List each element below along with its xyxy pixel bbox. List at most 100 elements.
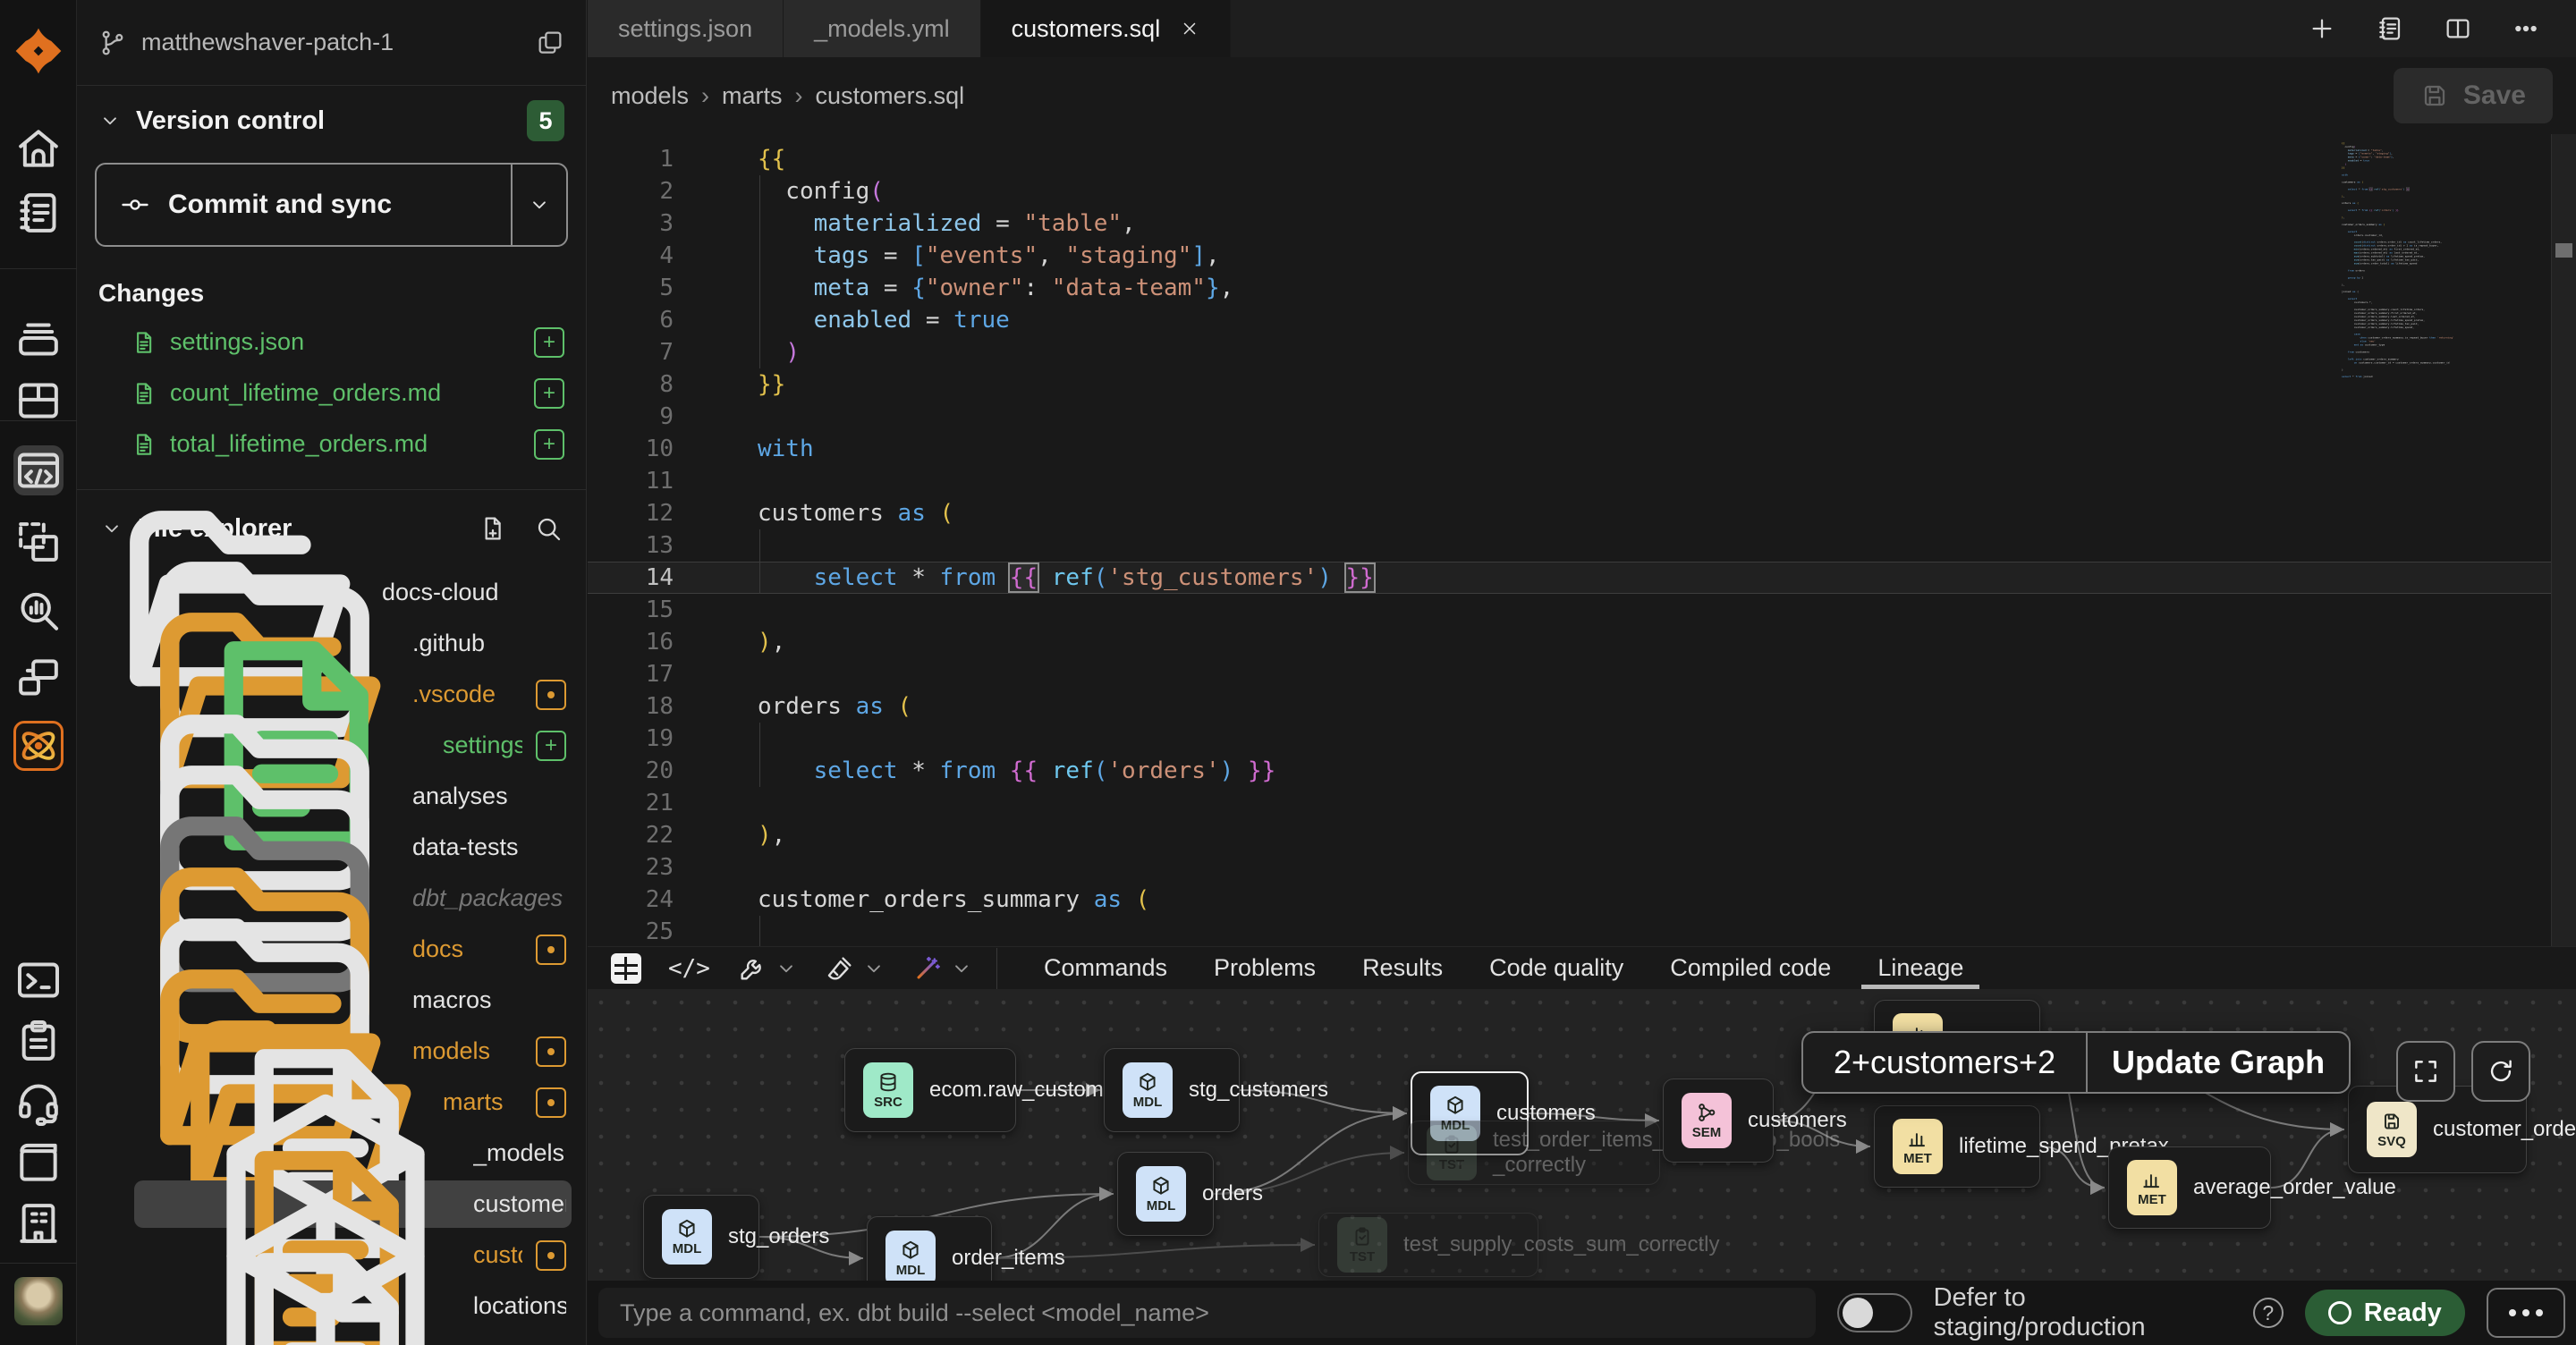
split-editor-icon[interactable] — [2444, 14, 2472, 43]
code-line[interactable]: 4 tags = ["events", "staging"], — [588, 240, 2576, 272]
code-line[interactable]: 20 select * from {{ ref('orders') }} — [588, 755, 2576, 787]
lineage-node-oitems[interactable]: MDL order_items — [867, 1216, 992, 1281]
lineage-node-tst2[interactable]: TST test_supply_costs_sum_correctly — [1318, 1213, 1538, 1277]
sidebar-rail-docs-book-icon[interactable] — [13, 1138, 64, 1188]
code-tag-icon[interactable]: </> — [668, 955, 710, 982]
stage-file-button[interactable]: + — [534, 429, 564, 460]
update-graph-button[interactable]: Update Graph — [2086, 1033, 2349, 1092]
magic-wand-icon[interactable] — [912, 953, 973, 984]
more-actions-icon[interactable] — [2512, 14, 2540, 43]
more-options-button[interactable] — [2487, 1288, 2565, 1338]
code-line[interactable]: 23 — [588, 851, 2576, 884]
lineage-node-stgo[interactable]: MDL stg_orders — [643, 1195, 759, 1279]
lineage-node-stgc[interactable]: MDL stg_customers — [1104, 1048, 1240, 1132]
broom-icon[interactable] — [825, 953, 886, 984]
code-line[interactable]: 1{{ — [588, 143, 2576, 175]
tree-item-locations.yml[interactable]: locations.yml — [77, 1332, 586, 1345]
new-tab-icon[interactable] — [2308, 14, 2336, 43]
stage-file-button[interactable]: + — [534, 378, 564, 409]
fullscreen-button[interactable] — [2396, 1041, 2455, 1102]
code-line[interactable]: 11 — [588, 465, 2576, 497]
lineage-node-tst1[interactable]: TST test_order_items_compute_to_bools _c… — [1408, 1121, 1660, 1185]
code-line[interactable]: 17 — [588, 658, 2576, 690]
code-line[interactable]: 10with — [588, 433, 2576, 465]
wrench-icon[interactable] — [737, 953, 798, 984]
lineage-canvas[interactable]: SRC ecom.raw_customers MDL stg_customers… — [588, 989, 2576, 1281]
editor-scrollbar[interactable] — [2551, 134, 2576, 946]
sidebar-rail-duplicate-icon[interactable] — [13, 517, 64, 567]
lineage-node-avg[interactable]: MET average_order_value — [2108, 1146, 2271, 1229]
breadcrumb-item[interactable]: customers.sql — [816, 82, 965, 110]
code-line[interactable]: 18orders as ( — [588, 690, 2576, 723]
branch-row[interactable]: matthewshaver-patch-1 — [77, 0, 586, 86]
sidebar-rail-home-icon[interactable] — [13, 123, 64, 173]
refresh-graph-button[interactable] — [2471, 1041, 2530, 1102]
search-icon[interactable] — [534, 514, 563, 543]
code-line[interactable]: 16), — [588, 626, 2576, 658]
code-line[interactable]: 19 — [588, 723, 2576, 755]
code-line[interactable]: 8}} — [588, 368, 2576, 401]
defer-toggle[interactable] — [1837, 1293, 1912, 1332]
status-badge[interactable]: Ready — [2305, 1290, 2465, 1336]
new-file-icon[interactable] — [479, 514, 507, 543]
editor-tab-_models.yml[interactable]: _models.yml — [784, 0, 981, 57]
notebook-icon[interactable] — [2376, 14, 2404, 43]
sidebar-rail-search-insights-icon[interactable] — [13, 586, 64, 636]
panel-tab-code-quality[interactable]: Code quality — [1466, 947, 1647, 989]
commit-and-sync-button[interactable]: Commit and sync — [95, 163, 568, 247]
breadcrumb-item[interactable]: marts — [722, 82, 783, 110]
table-icon[interactable] — [611, 953, 641, 984]
sidebar-rail-headset-icon[interactable] — [13, 1077, 64, 1127]
sidebar-rail-notebook-icon[interactable] — [13, 188, 64, 238]
sidebar-rail-dashboard-icon[interactable] — [13, 376, 64, 426]
code-line[interactable]: 21 — [588, 787, 2576, 819]
sidebar-rail-organization-icon[interactable] — [13, 1198, 64, 1248]
code-line[interactable]: 15 — [588, 594, 2576, 626]
close-icon[interactable] — [1180, 19, 1199, 38]
code-line[interactable]: 13 — [588, 529, 2576, 562]
changed-file-row[interactable]: count_lifetime_orders.md + — [77, 368, 586, 419]
code-line[interactable]: 2 config( — [588, 175, 2576, 207]
minimap[interactable]: {{ config( materialized = "table", tags … — [2342, 141, 2549, 928]
code-line[interactable]: 24customer_orders_summary as ( — [588, 884, 2576, 916]
command-input[interactable]: Type a command, ex. dbt build --select <… — [598, 1288, 1816, 1338]
breadcrumb-item[interactable]: models — [611, 82, 689, 110]
code-line[interactable]: 5 meta = {"owner": "data-team"}, — [588, 272, 2576, 304]
sidebar-rail-windows-icon[interactable] — [13, 653, 64, 703]
lineage-node-ecom[interactable]: SRC ecom.raw_customers — [844, 1048, 1016, 1132]
avatar[interactable] — [14, 1277, 63, 1325]
sidebar-rail-code-editor-icon[interactable] — [13, 445, 64, 495]
code-line[interactable]: 6 enabled = true — [588, 304, 2576, 336]
panel-tab-results[interactable]: Results — [1339, 947, 1466, 989]
code-line[interactable]: 22), — [588, 819, 2576, 851]
editor-tab-settings.json[interactable]: settings.json — [588, 0, 784, 57]
save-button[interactable]: Save — [2394, 68, 2553, 123]
code-line[interactable]: 12customers as ( — [588, 497, 2576, 529]
panel-tab-commands[interactable]: Commands — [1021, 947, 1191, 989]
copy-icon[interactable] — [536, 29, 564, 57]
lineage-selector-input[interactable]: 2+customers+2 — [1803, 1033, 2086, 1092]
code-line[interactable]: 7 ) — [588, 336, 2576, 368]
code-line[interactable]: 9 — [588, 401, 2576, 433]
lineage-node-orders[interactable]: MDL orders — [1117, 1152, 1214, 1236]
code-line[interactable]: 14 select * from {{ ref('stg_customers')… — [588, 562, 2576, 594]
changed-file-row[interactable]: settings.json + — [77, 317, 586, 368]
panel-tab-lineage[interactable]: Lineage — [1854, 947, 1987, 989]
stage-file-button[interactable]: + — [534, 327, 564, 358]
panel-tab-problems[interactable]: Problems — [1191, 947, 1339, 989]
code-line[interactable]: 25 — [588, 916, 2576, 946]
code-line[interactable]: 3 materialized = "table", — [588, 207, 2576, 240]
lineage-node-life[interactable]: MET lifetime_spend_pretax — [1874, 1105, 2040, 1188]
editor-tab-customers.sql[interactable]: customers.sql — [981, 0, 1232, 57]
sidebar-rail-terminal-icon[interactable] — [13, 955, 64, 1005]
panel-tab-compiled-code[interactable]: Compiled code — [1647, 947, 1854, 989]
help-icon[interactable]: ? — [2253, 1298, 2284, 1328]
version-control-header[interactable]: Version control 5 — [77, 86, 586, 156]
sidebar-rail-inbox-icon[interactable] — [13, 313, 64, 363]
commit-options-button[interactable] — [511, 165, 566, 245]
sidebar-rail-clipboard-icon[interactable] — [13, 1016, 64, 1066]
code-editor[interactable]: 1{{2 config(3 materialized = "table",4 t… — [588, 134, 2576, 946]
tab-strip-actions — [2272, 0, 2576, 57]
sidebar-rail-atom-icon[interactable] — [13, 721, 64, 771]
lineage-node-sem[interactable]: SEM customers — [1663, 1079, 1774, 1163]
